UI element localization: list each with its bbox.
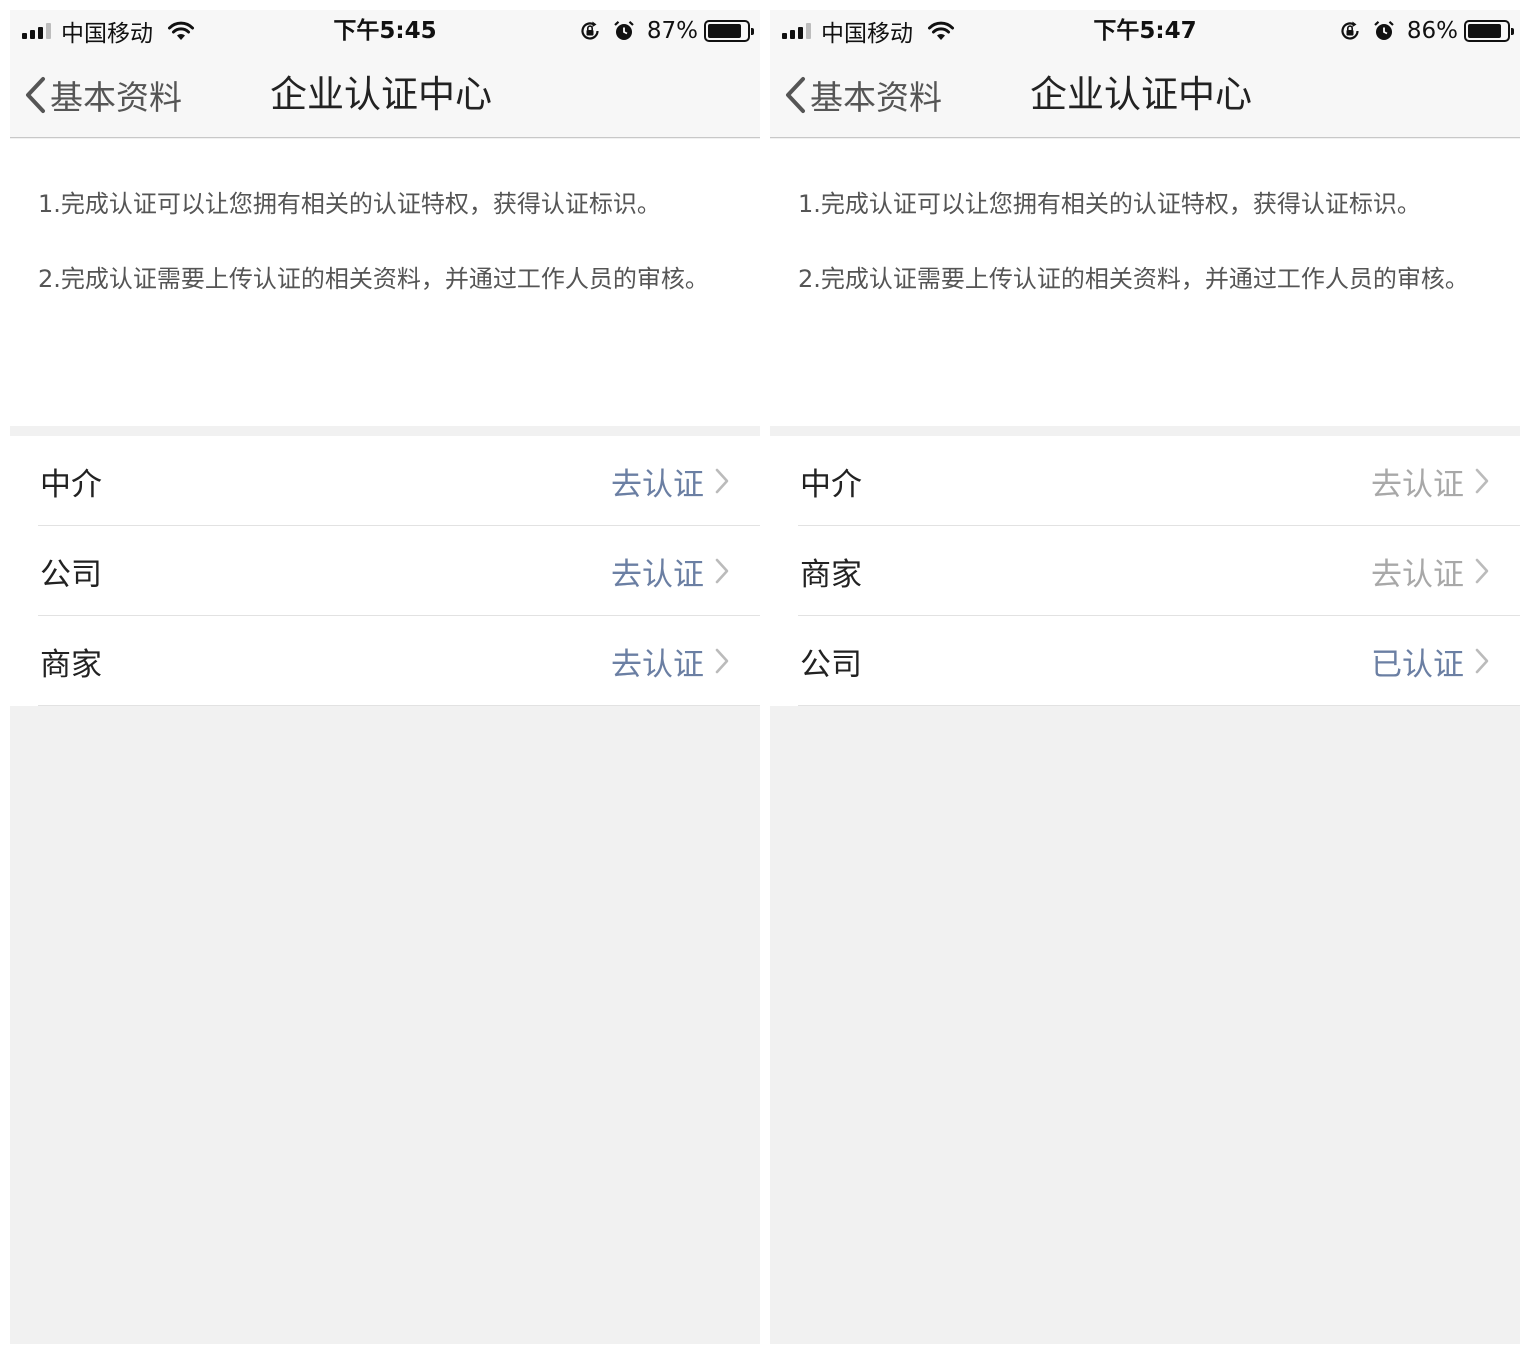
list-item-intermediary[interactable]: 中介 去认证 — [770, 436, 1520, 526]
list-item-merchant[interactable]: 商家 去认证 — [10, 616, 760, 706]
list-item-merchant[interactable]: 商家 去认证 — [770, 526, 1520, 616]
status-bar: 中国移动 下午5:47 86% — [770, 10, 1520, 52]
chevron-left-icon — [26, 77, 45, 113]
list-item-label: 中介 — [40, 466, 102, 503]
status-right: 87% — [579, 16, 754, 46]
certification-list: 中介 去认证 公司 去认证 商家 去认证 — [10, 436, 760, 706]
back-label: 基本资料 — [810, 78, 942, 117]
status-label: 去认证 — [1371, 556, 1464, 593]
status-bar: 中国移动 下午5:45 87% — [10, 10, 760, 52]
info-line-1: 1.完成认证可以让您拥有相关的认证特权，获得认证标识。 — [798, 190, 1421, 218]
phone-screen-left: 中国移动 下午5:45 87% 基本资料 企业认证中心 1.完成认证可以让您拥有… — [10, 10, 760, 1344]
battery-percentage: 87% — [646, 18, 698, 44]
list-item-label: 公司 — [40, 556, 102, 593]
chevron-right-icon — [1475, 558, 1489, 584]
alarm-icon — [614, 20, 634, 40]
status-right: 86% — [1339, 16, 1514, 46]
list-item-label: 商家 — [800, 556, 862, 593]
back-button[interactable]: 基本资料 — [24, 74, 182, 117]
certification-list: 中介 去认证 商家 去认证 公司 已认证 — [770, 436, 1520, 706]
info-card: 1.完成认证可以让您拥有相关的认证特权，获得认证标识。 2.完成认证需要上传认证… — [770, 139, 1520, 426]
status-label: 去认证 — [1371, 466, 1464, 503]
back-button[interactable]: 基本资料 — [784, 74, 942, 117]
list-item-intermediary[interactable]: 中介 去认证 — [10, 436, 760, 526]
battery-percentage: 86% — [1406, 18, 1458, 44]
info-line-1: 1.完成认证可以让您拥有相关的认证特权，获得认证标识。 — [38, 190, 661, 218]
page-title: 企业认证中心 — [270, 73, 492, 116]
chevron-right-icon — [715, 468, 729, 494]
list-item-label: 中介 — [800, 466, 862, 503]
rotation-lock-icon — [581, 21, 599, 40]
back-label: 基本资料 — [50, 78, 182, 117]
navigation-bar: 基本资料 企业认证中心 — [770, 52, 1520, 138]
rotation-lock-icon — [1341, 21, 1359, 40]
status-label: 去认证 — [611, 466, 704, 503]
chevron-right-icon — [1475, 468, 1489, 494]
status-label: 去认证 — [611, 556, 704, 593]
status-label: 已认证 — [1371, 646, 1464, 683]
chevron-right-icon — [1475, 648, 1489, 674]
chevron-left-icon — [786, 77, 805, 113]
navigation-bar: 基本资料 企业认证中心 — [10, 52, 760, 138]
page-title: 企业认证中心 — [1030, 73, 1252, 116]
list-item-label: 公司 — [800, 646, 862, 683]
battery-level — [1468, 24, 1501, 38]
info-line-2: 2.完成认证需要上传认证的相关资料，并通过工作人员的审核。 — [798, 265, 1469, 293]
screens-comparison: 中国移动 下午5:45 87% 基本资料 企业认证中心 1.完成认证可以让您拥有… — [0, 0, 1530, 1354]
info-line-2: 2.完成认证需要上传认证的相关资料，并通过工作人员的审核。 — [38, 265, 709, 293]
battery-level — [708, 24, 742, 38]
battery-icon — [704, 20, 754, 42]
chevron-right-icon — [715, 648, 729, 674]
list-item-label: 商家 — [40, 646, 102, 683]
phone-screen-right: 中国移动 下午5:47 86% 基本资料 企业认证中心 1.完成认证可以让您拥有… — [770, 10, 1520, 1344]
list-item-company[interactable]: 公司 去认证 — [10, 526, 760, 616]
alarm-icon — [1374, 20, 1394, 40]
info-card: 1.完成认证可以让您拥有相关的认证特权，获得认证标识。 2.完成认证需要上传认证… — [10, 139, 760, 426]
chevron-right-icon — [715, 558, 729, 584]
battery-icon — [1464, 20, 1514, 42]
list-item-company[interactable]: 公司 已认证 — [770, 616, 1520, 706]
status-label: 去认证 — [611, 646, 704, 683]
